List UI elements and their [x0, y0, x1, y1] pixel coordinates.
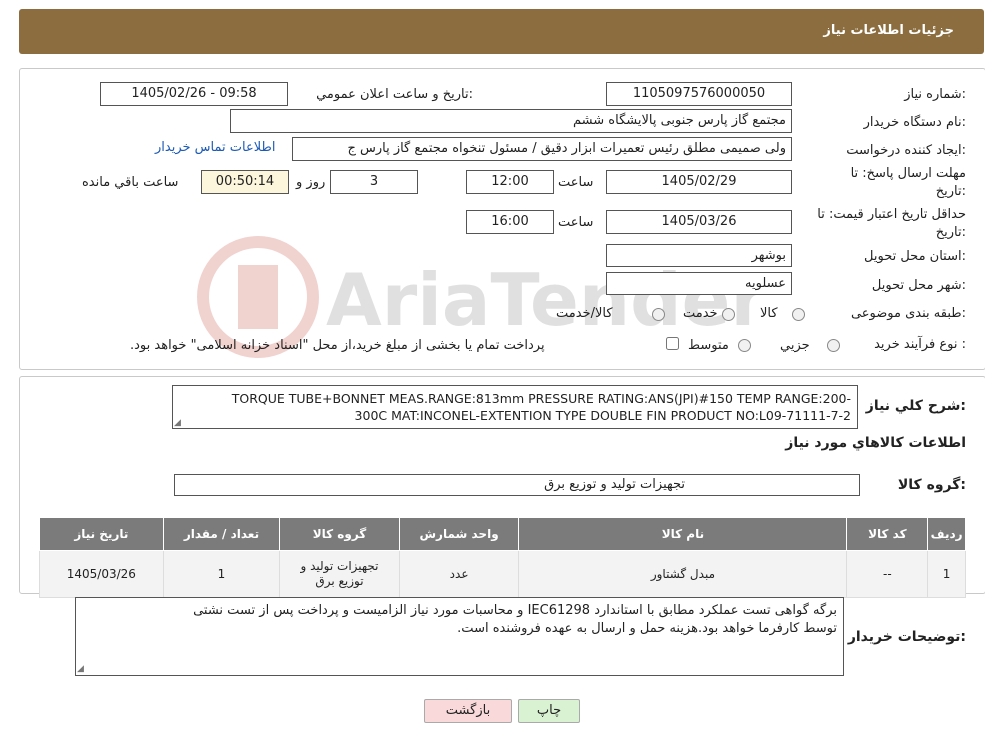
col-header-group: گروه کالا: [279, 517, 400, 551]
category-option-goods-service: کالا/خدمت: [556, 306, 613, 321]
purchase-process-label: نوع فرآيند خريد :: [874, 337, 966, 352]
price-validity-label-date: تاريخ:: [935, 225, 966, 240]
buyer-contact-link[interactable]: اطلاعات تماس خريدار: [155, 140, 275, 155]
description-label: شرح کلي نياز:: [865, 398, 966, 414]
requester-label: ايجاد کننده درخواست:: [846, 143, 966, 158]
page-title: جزئیات اطلاعات نیاز: [823, 23, 954, 38]
goods-section-title: اطلاعات کالاهاي مورد نياز: [785, 435, 966, 451]
category-option-service: خدمت: [683, 306, 718, 321]
description-line-2: 300C MAT:INCONEL-EXTENTION TYPE DOUBLE F…: [354, 408, 851, 423]
category-radio-goods-service[interactable]: [652, 308, 665, 321]
col-header-name: نام کالا: [518, 517, 848, 551]
table-header-row: رديف کد کالا نام کالا واحد شمارش گروه کا…: [39, 517, 966, 551]
remaining-days-label: روز و: [296, 175, 326, 190]
cell-code: --: [846, 550, 929, 598]
process-radio-medium[interactable]: [738, 339, 751, 352]
buyer-notes-line-1: برگه گواهی تست عملکرد مطابق با استاندارد…: [193, 603, 837, 618]
process-radio-minor[interactable]: [827, 339, 840, 352]
cell-row-number: 1: [927, 550, 966, 598]
city-label: شهر محل تحويل:: [871, 278, 966, 293]
buyer-notes-resize-handle[interactable]: ◢: [77, 664, 84, 674]
remaining-days-field: 3: [330, 170, 418, 194]
page-header: جزئیات اطلاعات نیاز: [19, 9, 984, 54]
need-number-field: 1105097576000050: [606, 82, 792, 106]
reply-deadline-date-field: 1405/02/29: [606, 170, 792, 194]
col-header-row-number: رديف: [927, 517, 966, 551]
requester-field: ولی صمیمی مطلق رئیس تعمیرات ابزار دقیق /…: [292, 137, 792, 161]
table-row: 1 -- مبدل گشتاور عدد تجهیزات تولید و توز…: [39, 550, 966, 598]
col-header-qty: تعداد / مقدار: [162, 517, 281, 551]
buyer-org-field: مجتمع گاز پارس جنوبی پالایشگاه ششم: [230, 109, 792, 133]
treasury-note: پرداخت تمام يا بخشی از مبلغ خريد،از محل …: [130, 338, 545, 353]
col-header-date: تاريخ نياز: [39, 517, 164, 551]
price-validity-time-label: ساعت: [558, 215, 594, 230]
buyer-org-label: نام دستگاه خريدار:: [863, 115, 966, 130]
cell-qty: 1: [162, 550, 281, 598]
cell-name: مبدل گشتاور: [518, 550, 848, 598]
province-label: استان محل تحويل:: [864, 249, 966, 264]
reply-deadline-label-date: تاريخ:: [935, 184, 966, 199]
goods-group-field: تجهیزات تولید و توزیع برق: [174, 474, 860, 496]
price-validity-time-field: 16:00: [466, 210, 554, 234]
col-header-unit: واحد شمارش: [398, 517, 520, 551]
reply-deadline-time-field: 12:00: [466, 170, 554, 194]
print-button[interactable]: چاپ: [518, 699, 580, 723]
category-radio-service[interactable]: [722, 308, 735, 321]
back-button[interactable]: بازگشت: [424, 699, 512, 723]
remaining-time-field: 00:50:14: [201, 170, 289, 194]
reply-deadline-time-label: ساعت: [558, 175, 594, 190]
province-field: بوشهر: [606, 244, 792, 267]
remaining-time-label: ساعت باقي مانده: [82, 175, 179, 190]
cell-group: تجهیزات تولید و توزیع برق: [279, 550, 400, 598]
description-resize-handle[interactable]: ◢: [174, 418, 181, 428]
col-header-code: کد کالا: [846, 517, 929, 551]
announce-datetime-field: 1405/02/26 - 09:58: [100, 82, 288, 106]
treasury-checkbox[interactable]: [666, 337, 679, 350]
category-option-goods: کالا: [760, 306, 778, 321]
goods-group-label: گروه کالا:: [897, 477, 966, 493]
category-label: طبقه بندی موضوعی:: [850, 306, 966, 321]
price-validity-label: حداقل تاريخ اعتبار قيمت: تا: [817, 207, 966, 222]
need-number-label: شماره نیاز:: [904, 87, 966, 102]
items-table: رديف کد کالا نام کالا واحد شمارش گروه کا…: [39, 517, 966, 598]
category-radio-goods[interactable]: [792, 308, 805, 321]
city-field: عسلویه: [606, 272, 792, 295]
reply-deadline-label: مهلت ارسال پاسخ: تا: [850, 166, 966, 181]
description-line-1: TORQUE TUBE+BONNET MEAS.RANGE:813mm PRES…: [231, 391, 851, 406]
process-option-minor: جزيي: [780, 338, 810, 353]
cell-unit: عدد: [398, 550, 520, 598]
buyer-notes-line-2: توسط کارفرما خواهد بود.هزینه حمل و ارسال…: [457, 621, 837, 636]
buyer-notes-field: برگه گواهی تست عملکرد مطابق با استاندارد…: [75, 597, 844, 676]
price-validity-date-field: 1405/03/26: [606, 210, 792, 234]
description-field: TORQUE TUBE+BONNET MEAS.RANGE:813mm PRES…: [172, 385, 858, 429]
buyer-notes-label: توضيحات خريدار:: [847, 629, 966, 645]
cell-date: 1405/03/26: [39, 550, 164, 598]
announce-datetime-label: تاريخ و ساعت اعلان عمومي:: [316, 87, 473, 102]
process-option-medium: متوسط: [688, 338, 729, 353]
